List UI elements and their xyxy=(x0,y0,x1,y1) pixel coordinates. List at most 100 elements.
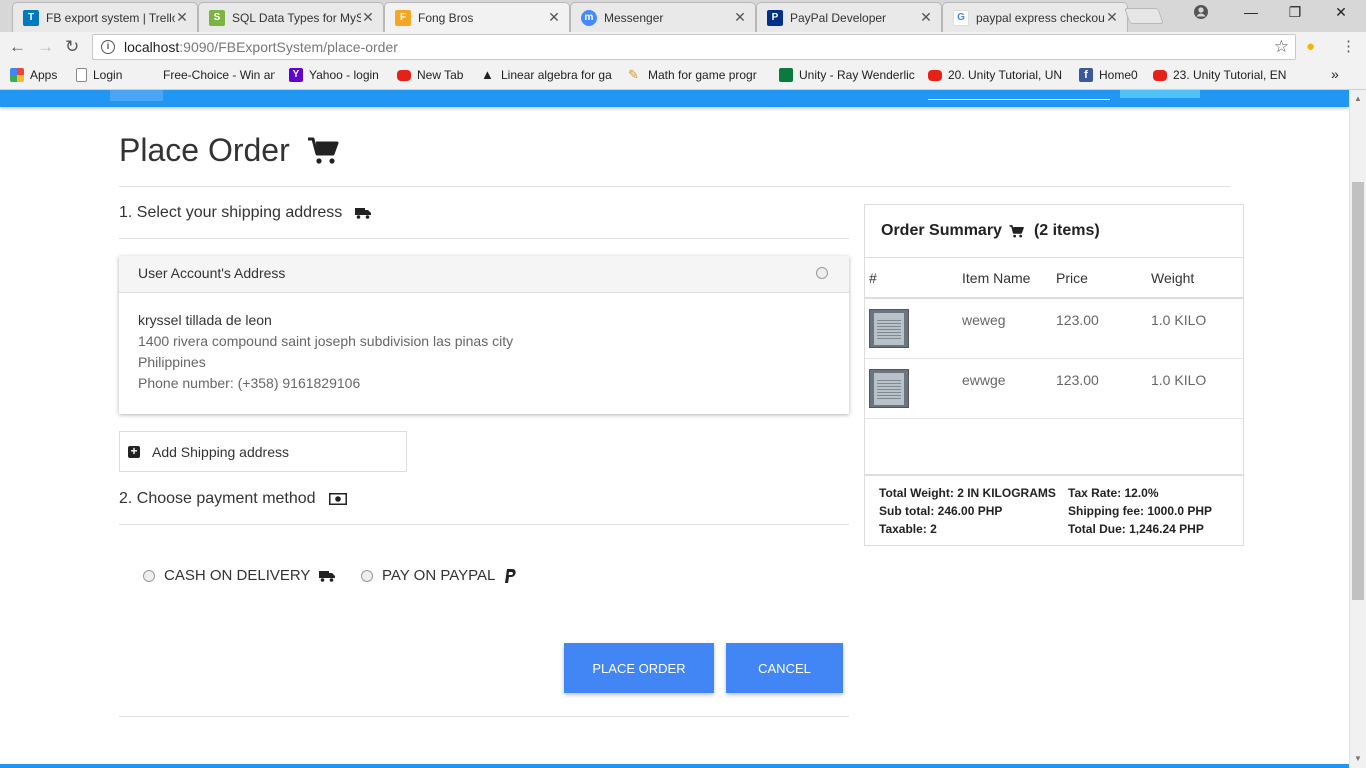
menu-kebab-icon[interactable]: ⋮ xyxy=(1341,37,1356,55)
bookmark-new-tab[interactable]: New Tab xyxy=(397,68,463,82)
column-header: Item Name xyxy=(962,270,1031,286)
unity-icon: ▲ xyxy=(481,68,494,82)
sub-total: Sub total: 246.00 PHP xyxy=(879,504,1003,518)
bookmark-free-choice[interactable]: Free-Choice - Win an xyxy=(143,68,275,82)
page-scrollbar[interactable]: ▲ ▼ xyxy=(1349,90,1366,768)
footer-strip xyxy=(0,764,1349,768)
address-radio[interactable] xyxy=(816,267,828,279)
shipping-section-label: 1. Select your shipping address xyxy=(119,204,343,221)
add-shipping-address-button[interactable]: + Add Shipping address xyxy=(119,431,407,472)
back-icon[interactable]: ← xyxy=(9,37,26,57)
close-tab-icon[interactable]: ✕ xyxy=(1105,9,1119,26)
bookmark-login[interactable]: Login xyxy=(76,68,122,82)
rw-icon xyxy=(779,68,793,82)
close-tab-icon[interactable]: ✕ xyxy=(547,9,561,26)
tab-fong-bros[interactable]: F Fong Bros ✕ xyxy=(384,2,570,32)
tab-title: paypal express checkout xyxy=(976,10,1105,25)
info-icon[interactable]: i xyxy=(101,40,115,54)
total-weight: Total Weight: 2 IN KILOGRAMS xyxy=(879,486,1056,500)
minimize-icon[interactable]: — xyxy=(1236,4,1266,20)
cancel-button[interactable]: CANCEL xyxy=(726,643,843,693)
scroll-down-arrow-icon[interactable]: ▼ xyxy=(1354,754,1362,763)
cod-radio[interactable] xyxy=(143,569,155,582)
new-tab-button[interactable] xyxy=(1124,8,1164,24)
bookmark-label: Free-Choice - Win an xyxy=(163,68,275,82)
bookmark-star-icon[interactable]: ☆ xyxy=(1274,37,1289,57)
tab-google-search[interactable]: G paypal express checkout ✕ xyxy=(942,2,1128,32)
page-viewport: Place Order 1. Select your shipping addr… xyxy=(0,90,1349,768)
shipping-section-heading: 1. Select your shipping address xyxy=(119,204,372,222)
w3-icon: S xyxy=(209,9,225,26)
forward-icon[interactable]: → xyxy=(37,37,54,57)
add-shipping-label: Add Shipping address xyxy=(152,443,289,460)
place-order-button[interactable]: PLACE ORDER xyxy=(564,643,714,693)
navbar-button[interactable] xyxy=(110,90,163,101)
shopping-cart-icon xyxy=(307,137,339,164)
browser-toolbar: ← → ↻ i localhost:9090/FBExportSystem/pl… xyxy=(0,32,1366,62)
order-item-count: (2 items) xyxy=(1033,222,1100,239)
bookmark-apps[interactable]: Apps xyxy=(10,68,57,82)
order-summary-title: Order Summary xyxy=(881,222,1002,239)
tab-sql-data-types[interactable]: S SQL Data Types for MySQL ✕ xyxy=(198,2,384,32)
youtube-icon xyxy=(928,69,942,81)
address-card[interactable]: User Account's Address kryssel tillada d… xyxy=(119,256,849,414)
tab-messenger[interactable]: m Messenger ✕ xyxy=(570,2,756,32)
close-window-icon[interactable]: ✕ xyxy=(1326,4,1356,21)
scrollbar-thumb[interactable] xyxy=(1352,182,1364,600)
site-navbar xyxy=(0,90,1349,107)
bookmarks-overflow-button[interactable]: » xyxy=(1331,66,1339,82)
bookmark-label: Apps xyxy=(30,68,58,82)
trello-icon: T xyxy=(23,9,39,26)
pinwheel-icon: F xyxy=(395,9,411,26)
bottom-divider xyxy=(119,716,849,717)
tab-title: SQL Data Types for MySQL xyxy=(232,10,361,25)
youtube-icon xyxy=(397,69,411,81)
title-divider xyxy=(119,186,1230,187)
payment-section-label: 2. Choose payment method xyxy=(119,490,316,507)
bookmark-unity-tutorial-23[interactable]: 23. Unity Tutorial, EN xyxy=(1153,68,1290,82)
paypal-icon: P xyxy=(767,9,783,26)
tab-paypal-developer[interactable]: P PayPal Developer ✕ xyxy=(756,2,942,32)
bookmark-math-game[interactable]: ✎ Math for game progr xyxy=(628,68,764,82)
bookmark-label: Yahoo - login xyxy=(309,68,379,82)
shipping-divider xyxy=(119,238,849,239)
yahoo-icon: Y xyxy=(289,68,303,82)
payment-option-paypal[interactable]: PAY ON PAYPAL xyxy=(361,567,517,584)
browser-tab-strip: T FB export system | Trello ✕ S SQL Data… xyxy=(0,0,1366,32)
bookmark-ray-wenderlich[interactable]: Unity - Ray Wenderlic xyxy=(779,68,916,82)
reload-icon[interactable]: ↻ xyxy=(65,37,79,57)
close-tab-icon[interactable]: ✕ xyxy=(361,9,375,26)
bookmarks-bar: Apps Login Free-Choice - Win an Y Yahoo … xyxy=(0,62,1366,90)
total-due: Total Due: 1,246.24 PHP xyxy=(1068,522,1204,536)
item-weight: 1.0 KILO xyxy=(1151,312,1207,328)
table-row: weweg 123.00 1.0 KILO xyxy=(865,299,1243,359)
close-tab-icon[interactable]: ✕ xyxy=(919,9,933,26)
truck-icon xyxy=(355,208,372,219)
tab-title: PayPal Developer xyxy=(790,10,887,25)
scroll-up-arrow-icon[interactable]: ▲ xyxy=(1354,94,1362,103)
bookmark-home0[interactable]: f Home0 xyxy=(1079,68,1138,82)
bookmark-linear-algebra[interactable]: ▲ Linear algebra for ga xyxy=(481,68,614,82)
address-card-title: User Account's Address xyxy=(138,265,286,281)
paypal-radio[interactable] xyxy=(361,569,373,582)
summary-table-header: # Item Name Price Weight xyxy=(865,258,1243,299)
address-bar[interactable]: i localhost:9090/FBExportSystem/place-or… xyxy=(92,34,1296,60)
close-tab-icon[interactable]: ✕ xyxy=(733,9,747,26)
taxable: Taxable: 2 xyxy=(879,522,937,536)
navbar-action-button[interactable] xyxy=(1120,90,1200,98)
tab-trello[interactable]: T FB export system | Trello ✕ xyxy=(12,2,198,32)
payment-divider xyxy=(119,524,849,525)
restore-icon[interactable]: ❐ xyxy=(1280,4,1310,21)
url-host: localhost xyxy=(124,39,180,55)
product-thumbnail xyxy=(869,369,909,408)
close-tab-icon[interactable]: ✕ xyxy=(175,9,189,26)
bookmark-unity-tutorial-20[interactable]: 20. Unity Tutorial, UN xyxy=(928,68,1065,82)
order-summary-panel: Order Summary (2 items) # Item Name Pric… xyxy=(864,204,1244,546)
lightbulb-extension-icon[interactable]: ● xyxy=(1306,38,1315,55)
cod-label: CASH ON DELIVERY xyxy=(164,567,311,584)
bookmark-yahoo[interactable]: Y Yahoo - login xyxy=(289,68,379,82)
chevron-double-right-icon: » xyxy=(1331,66,1339,82)
payment-option-cod[interactable]: CASH ON DELIVERY xyxy=(143,567,336,584)
bookmark-label: 20. Unity Tutorial, UN xyxy=(948,68,1063,82)
profile-icon[interactable] xyxy=(1186,4,1216,23)
